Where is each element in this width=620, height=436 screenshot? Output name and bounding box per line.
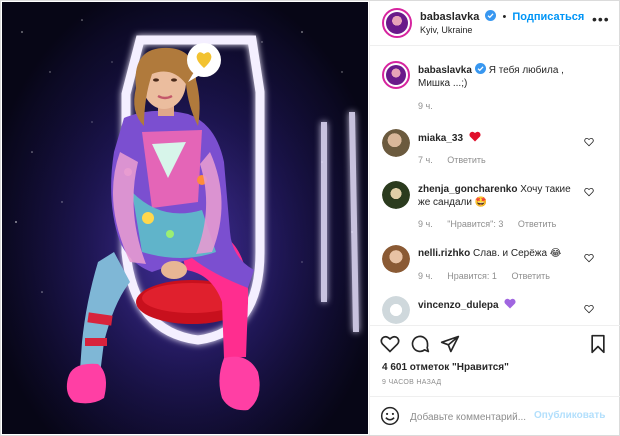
comment-input[interactable]	[410, 409, 530, 425]
post-location[interactable]: Kyiv, Ukraine	[420, 25, 472, 35]
author-avatar[interactable]	[382, 8, 412, 38]
caption-author-avatar[interactable]	[382, 61, 410, 89]
caption-author-username[interactable]: babaslavka	[418, 65, 472, 76]
comment-meta: 7 ч. Ответить	[418, 155, 498, 165]
comment-text-block: vincenzo_dulepa	[418, 298, 578, 312]
comment-username[interactable]: vincenzo_dulepa	[418, 300, 499, 311]
commenter-avatar[interactable]	[382, 181, 410, 209]
commenter-avatar[interactable]	[382, 296, 410, 324]
comment-text: Слав. и Серёжа 😂	[473, 248, 562, 259]
comment-username[interactable]: zhenja_goncharenko	[418, 184, 517, 195]
publish-button[interactable]: Опубликовать	[534, 410, 605, 421]
comment-meta: 9 ч. Нравится: 1 Ответить	[418, 271, 562, 281]
caption-text-block: babaslavka Я тебя любила , Мишка ...;)	[418, 63, 578, 90]
comment-time: 9 ч.	[418, 219, 433, 229]
commenter-avatar[interactable]	[382, 129, 410, 157]
reply-button[interactable]: Ответить	[518, 219, 556, 229]
reply-button[interactable]: Ответить	[511, 271, 549, 281]
comment-like-count[interactable]: "Нравится": 3	[447, 219, 503, 229]
reply-button[interactable]: Ответить	[447, 155, 485, 165]
post-time-ago: 9 ЧАСОВ НАЗАД	[382, 379, 442, 386]
post-photo[interactable]	[2, 2, 368, 434]
author-username-row: babaslavka • Подписаться	[420, 10, 584, 23]
comment-time: 9 ч.	[418, 271, 433, 281]
post-header: babaslavka • Подписаться Kyiv, Ukraine •…	[370, 1, 620, 46]
comment-text-block: nelli.rizhko Слав. и Серёжа 😂	[418, 247, 578, 260]
comment-text-block: zhenja_goncharenko Хочу такие же сандали…	[418, 183, 578, 209]
header-separator: •	[502, 11, 507, 23]
post-actions-section: 4 601 отметок "Нравится" 9 ЧАСОВ НАЗАД О…	[370, 325, 620, 436]
like-comment-heart-icon[interactable]	[584, 304, 594, 314]
purple-heart-emoji-icon	[504, 298, 516, 309]
comment-time: 7 ч.	[418, 155, 433, 165]
caption-meta: 9 ч.	[418, 101, 445, 111]
like-comment-heart-icon[interactable]	[584, 253, 594, 263]
comment-username[interactable]: nelli.rizhko	[418, 248, 470, 259]
comment-like-count[interactable]: Нравится: 1	[447, 271, 497, 281]
verified-badge-icon	[485, 10, 497, 21]
more-options-icon[interactable]: •••	[592, 11, 610, 27]
emoji-icon[interactable]	[380, 406, 400, 426]
photo-illustration	[2, 2, 368, 434]
author-username[interactable]: babaslavka	[420, 11, 479, 23]
likes-count[interactable]: 4 601 отметок "Нравится"	[382, 362, 509, 373]
follow-button[interactable]: Подписаться	[512, 11, 584, 23]
like-comment-heart-icon[interactable]	[584, 187, 594, 197]
comment-username[interactable]: miaka_33	[418, 133, 463, 144]
red-heart-emoji-icon	[469, 131, 481, 142]
caption-time: 9 ч.	[418, 101, 433, 111]
verified-badge-icon	[474, 63, 486, 74]
comment-icon[interactable]	[410, 334, 430, 354]
comment-meta: 9 ч. "Нравится": 3 Ответить	[418, 219, 568, 229]
like-comment-heart-icon[interactable]	[584, 137, 594, 147]
bookmark-icon[interactable]	[588, 334, 608, 354]
add-comment-bar: Опубликовать	[370, 396, 620, 436]
heart-icon[interactable]	[380, 334, 400, 354]
post-side-panel: babaslavka • Подписаться Kyiv, Ukraine •…	[369, 1, 620, 436]
share-icon[interactable]	[440, 334, 460, 354]
commenter-avatar[interactable]	[382, 245, 410, 273]
comment-text-block: miaka_33	[418, 131, 578, 145]
